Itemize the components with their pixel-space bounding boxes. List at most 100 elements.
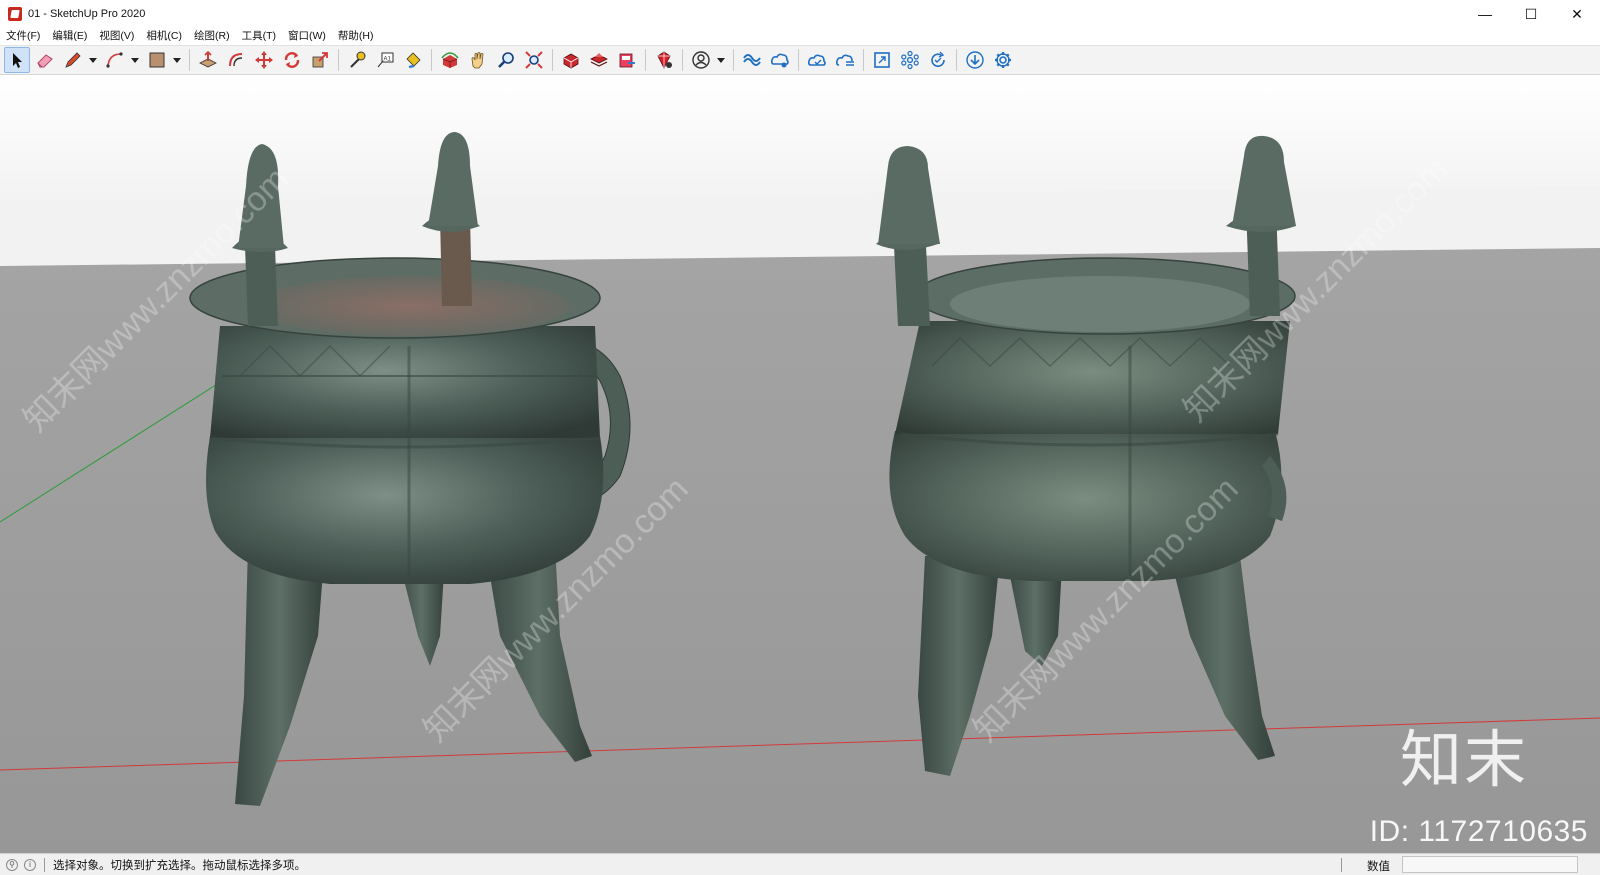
toolbar-separator <box>682 49 683 71</box>
extension-manager-icon <box>657 51 672 69</box>
text-tool-button[interactable]: A1 <box>372 47 398 73</box>
watermark-id: ID: 1172710635 <box>1369 815 1588 848</box>
refresh-icon <box>931 51 945 67</box>
toolbar-separator <box>645 49 646 71</box>
3d-warehouse-icon <box>563 53 579 69</box>
model-viewport[interactable]: 知末网www.znzmo.com 知末网www.znzmo.com 知末网www… <box>0 76 1600 853</box>
cloud-list-icon <box>835 54 854 66</box>
status-hint: 选择对象。切换到扩充选择。拖动鼠标选择多项。 <box>53 859 306 872</box>
move-tool-icon <box>255 51 273 69</box>
zoom-tool-button[interactable] <box>493 47 519 73</box>
toolbar-separator <box>863 49 864 71</box>
trimble-connect-button[interactable] <box>739 47 765 73</box>
pan-tool-button[interactable] <box>465 47 491 73</box>
account-icon <box>692 51 710 69</box>
eraser-tool-button[interactable] <box>32 47 58 73</box>
toolbar-separator <box>189 49 190 71</box>
offset-tool-button[interactable] <box>223 47 249 73</box>
geo-location-icon[interactable]: ⚲ <box>6 858 18 871</box>
menu-help[interactable]: 帮助(H) <box>338 28 374 43</box>
status-bar: ⚲ i 选择对象。切换到扩充选择。拖动鼠标选择多项。 数值 <box>0 853 1600 875</box>
shape-tools-dropdown[interactable] <box>172 47 182 73</box>
toolbar-separator <box>956 49 957 71</box>
trimble-connect-share-icon <box>770 53 789 68</box>
select-tool-icon <box>13 53 22 68</box>
toolbar-separator <box>798 49 799 71</box>
measurements-input[interactable] <box>1402 856 1578 873</box>
refresh-button[interactable] <box>925 47 951 73</box>
rotate-tool-button[interactable] <box>279 47 305 73</box>
pencil-line-tool-button[interactable] <box>60 47 86 73</box>
arc-tools-dropdown[interactable] <box>130 47 140 73</box>
account-button[interactable] <box>688 47 714 73</box>
status-divider <box>44 857 45 872</box>
account-dropdown[interactable] <box>716 47 726 73</box>
move-tool-button[interactable] <box>251 47 277 73</box>
info-icon[interactable]: i <box>24 858 36 871</box>
scale-tool-button[interactable] <box>307 47 333 73</box>
rectangle-tool-button[interactable] <box>144 47 170 73</box>
extension-warehouse-icon <box>590 53 608 67</box>
menu-view[interactable]: 视图(V) <box>99 28 134 43</box>
menu-camera[interactable]: 相机(C) <box>146 28 182 43</box>
paint-bucket-tool-button[interactable] <box>400 47 426 73</box>
eraser-tool-icon <box>37 54 53 68</box>
extension-manager-button[interactable] <box>651 47 677 73</box>
arc-tool-icon <box>106 52 123 68</box>
push-pull-tool-icon <box>199 50 217 68</box>
text-tool-icon: A1 <box>377 52 394 68</box>
3d-warehouse-button[interactable] <box>558 47 584 73</box>
window-icon <box>874 52 890 68</box>
rotate-tool-icon <box>284 52 300 68</box>
measurements-label: 数值 <box>1367 861 1390 873</box>
menu-file[interactable]: 文件(F) <box>6 28 40 43</box>
layout-send-button[interactable] <box>614 47 640 73</box>
maximize-button[interactable]: ☐ <box>1508 0 1554 28</box>
zoom-extents-tool-button[interactable] <box>521 47 547 73</box>
trimble-connect-icon <box>743 54 761 66</box>
status-divider <box>1341 858 1342 872</box>
menu-edit[interactable]: 编辑(E) <box>52 28 87 43</box>
menu-window[interactable]: 窗口(W) <box>288 28 326 43</box>
cloud-list-button[interactable] <box>832 47 858 73</box>
window-title: 01 - SketchUp Pro 2020 <box>28 8 146 20</box>
window-button[interactable] <box>869 47 895 73</box>
toolbar-separator <box>552 49 553 71</box>
svg-text:A1: A1 <box>384 57 392 63</box>
paint-bucket-tool-icon <box>406 52 421 69</box>
close-button[interactable]: ✕ <box>1554 0 1600 28</box>
layout-send-icon <box>619 53 635 68</box>
pan-tool-icon <box>471 52 484 69</box>
push-pull-tool-button[interactable] <box>195 47 221 73</box>
cloud-sync-icon <box>807 54 826 66</box>
select-tool-button[interactable] <box>4 47 30 73</box>
zoom-tool-icon <box>498 52 514 68</box>
tape-measure-tool-button[interactable] <box>344 47 370 73</box>
toolbar-separator <box>733 49 734 71</box>
offset-tool-icon <box>229 53 243 67</box>
menu-bar: 文件(F) 编辑(E) 视图(V) 相机(C) 绘图(R) 工具(T) 窗口(W… <box>0 26 1600 44</box>
pencil-line-tool-icon <box>65 52 81 68</box>
line-tools-dropdown[interactable] <box>88 47 98 73</box>
settings-gear-icon <box>995 52 1011 68</box>
scale-tool-icon <box>312 52 328 68</box>
download-icon <box>966 51 984 69</box>
window-controls: — ☐ ✕ <box>1462 0 1600 28</box>
minimize-button[interactable]: — <box>1462 0 1508 28</box>
menu-tools[interactable]: 工具(T) <box>242 28 276 43</box>
extension-warehouse-button[interactable] <box>586 47 612 73</box>
menu-draw[interactable]: 绘图(R) <box>194 28 230 43</box>
toolbar-separator <box>431 49 432 71</box>
toolbar-separator <box>338 49 339 71</box>
download-button[interactable] <box>962 47 988 73</box>
sketchup-app-icon <box>8 7 22 21</box>
title-bar: 01 - SketchUp Pro 2020 — ☐ ✕ <box>0 0 1600 28</box>
arc-tool-button[interactable] <box>102 47 128 73</box>
trimble-connect-share-button[interactable] <box>767 47 793 73</box>
settings-button[interactable] <box>990 47 1016 73</box>
components-icon <box>901 50 919 70</box>
orbit-tool-button[interactable] <box>437 47 463 73</box>
cloud-sync-button[interactable] <box>804 47 830 73</box>
components-button[interactable] <box>897 47 923 73</box>
watermark-logo: 知末 <box>1399 723 1528 796</box>
